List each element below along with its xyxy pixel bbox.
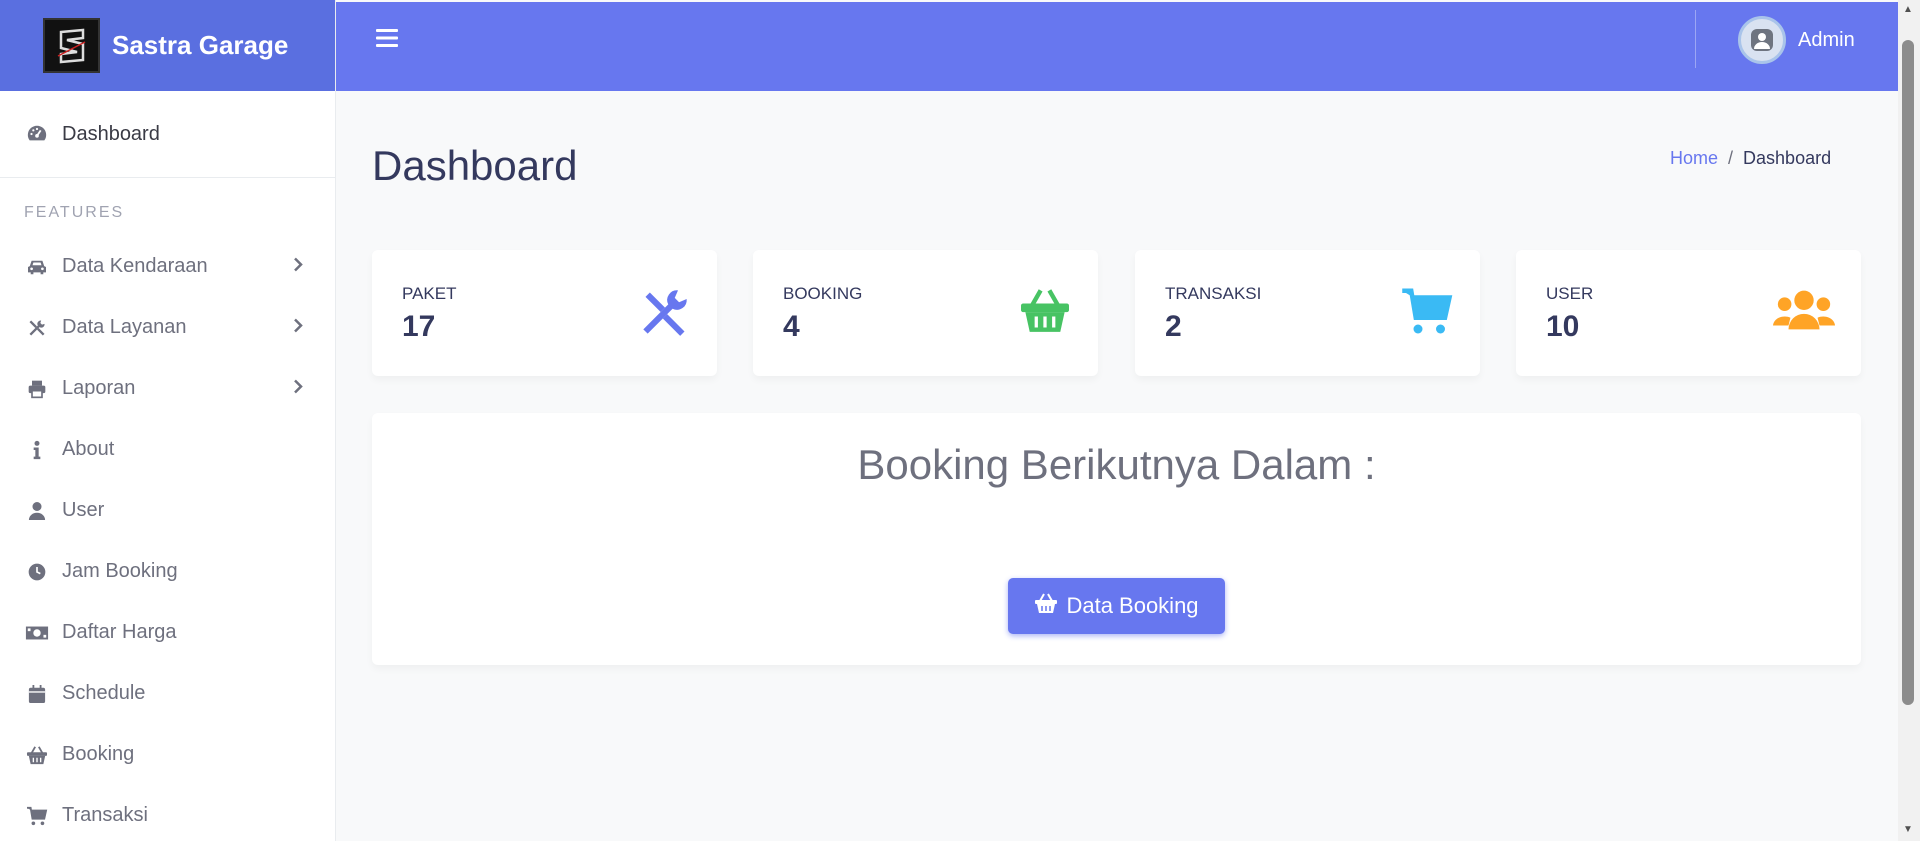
tools-icon — [639, 286, 691, 343]
stat-card-transaksi: TRANSAKSI 2 — [1135, 250, 1480, 376]
sidebar-item-jam-booking[interactable]: Jam Booking — [0, 541, 335, 602]
hamburger-menu-icon[interactable] — [376, 28, 398, 53]
sidebar-item-booking[interactable]: Booking — [0, 724, 335, 785]
cart-icon — [25, 806, 49, 826]
sidebar-item-label: Data Kendaraan — [62, 255, 208, 277]
calendar-icon — [25, 684, 49, 704]
clock-icon — [25, 562, 49, 582]
chevron-right-icon — [293, 255, 303, 278]
topbar-divider — [1695, 10, 1696, 68]
sidebar-item-label: Booking — [62, 743, 135, 765]
breadcrumb-current: Dashboard — [1743, 148, 1832, 168]
sidebar-item-user[interactable]: User — [0, 480, 335, 541]
sidebar-item-label: Jam Booking — [62, 560, 178, 582]
sidebar: Sastra Garage Dashboard FEATURES Data Ke… — [0, 0, 336, 841]
sidebar-item-label: Laporan — [62, 377, 136, 399]
basket-icon — [25, 745, 49, 765]
stat-value: 4 — [783, 310, 800, 343]
user-menu[interactable]: Admin — [1738, 16, 1855, 64]
user-icon — [25, 501, 49, 521]
scroll-down-icon[interactable]: ▼ — [1903, 824, 1913, 835]
stat-card-paket: PAKET 17 — [372, 250, 717, 376]
stat-value: 17 — [402, 310, 436, 343]
button-label: Data Booking — [1066, 593, 1199, 618]
sidebar-item-daftar-harga[interactable]: Daftar Harga — [0, 602, 335, 663]
breadcrumb-home-link[interactable]: Home — [1670, 148, 1718, 169]
sidebar-item-label: Data Layanan — [62, 316, 187, 338]
cart-icon — [1400, 286, 1454, 341]
info-icon — [25, 440, 49, 460]
sidebar-item-label: User — [62, 499, 105, 521]
sidebar-item-label: About — [62, 438, 115, 460]
sidebar-item-label: Transaksi — [62, 804, 148, 826]
chevron-right-icon — [293, 377, 303, 400]
sidebar-item-dashboard[interactable]: Dashboard — [0, 91, 335, 178]
chevron-right-icon — [293, 316, 303, 339]
sidebar-item-laporan[interactable]: Laporan — [0, 358, 335, 419]
next-booking-title: Booking Berikutnya Dalam : — [857, 441, 1376, 488]
avatar — [1738, 16, 1786, 64]
scrollbar-thumb[interactable] — [1902, 40, 1914, 705]
stat-value: 2 — [1165, 310, 1182, 343]
breadcrumb: Home / Dashboard — [1670, 148, 1831, 169]
sidebar-item-label: Daftar Harga — [62, 621, 177, 643]
page-title: Dashboard — [372, 142, 578, 189]
brand-logo — [43, 18, 100, 73]
user-name: Admin — [1798, 28, 1855, 51]
stat-label: TRANSAKSI — [1165, 284, 1262, 303]
users-icon — [1773, 286, 1835, 339]
sidebar-item-label: Schedule — [62, 682, 146, 704]
basket-icon — [1034, 592, 1058, 620]
scroll-up-icon[interactable]: ▲ — [1903, 4, 1913, 15]
gauge-icon — [25, 123, 49, 145]
stat-card-booking: BOOKING 4 — [753, 250, 1098, 376]
data-booking-button[interactable]: Data Booking — [1008, 578, 1225, 634]
sidebar-section-label: FEATURES — [24, 204, 125, 221]
stat-label: BOOKING — [783, 284, 863, 303]
stat-value: 10 — [1546, 310, 1580, 343]
vertical-scrollbar[interactable]: ▲ ▼ — [1898, 0, 1920, 841]
sidebar-item-about[interactable]: About — [0, 419, 335, 480]
money-icon — [25, 625, 49, 641]
sidebar-item-data-layanan[interactable]: Data Layanan — [0, 297, 335, 358]
stat-card-user: USER 10 — [1516, 250, 1861, 376]
brand-name: Sastra Garage — [112, 30, 289, 60]
sidebar-item-data-kendaraan[interactable]: Data Kendaraan — [0, 236, 335, 297]
brand[interactable]: Sastra Garage — [0, 0, 335, 91]
sidebar-item-schedule[interactable]: Schedule — [0, 663, 335, 724]
breadcrumb-separator: / — [1728, 148, 1734, 168]
sidebar-item-transaksi[interactable]: Transaksi — [0, 785, 335, 841]
printer-icon — [25, 379, 49, 399]
car-icon — [25, 258, 49, 276]
stat-label: USER — [1546, 284, 1594, 303]
next-booking-panel: Booking Berikutnya Dalam : Data Booking — [372, 413, 1861, 665]
tools-icon — [25, 318, 49, 338]
stat-label: PAKET — [402, 284, 457, 303]
basket-icon — [1018, 286, 1072, 339]
topbar: Admin — [336, 2, 1898, 91]
sidebar-item-label: Dashboard — [62, 122, 160, 145]
